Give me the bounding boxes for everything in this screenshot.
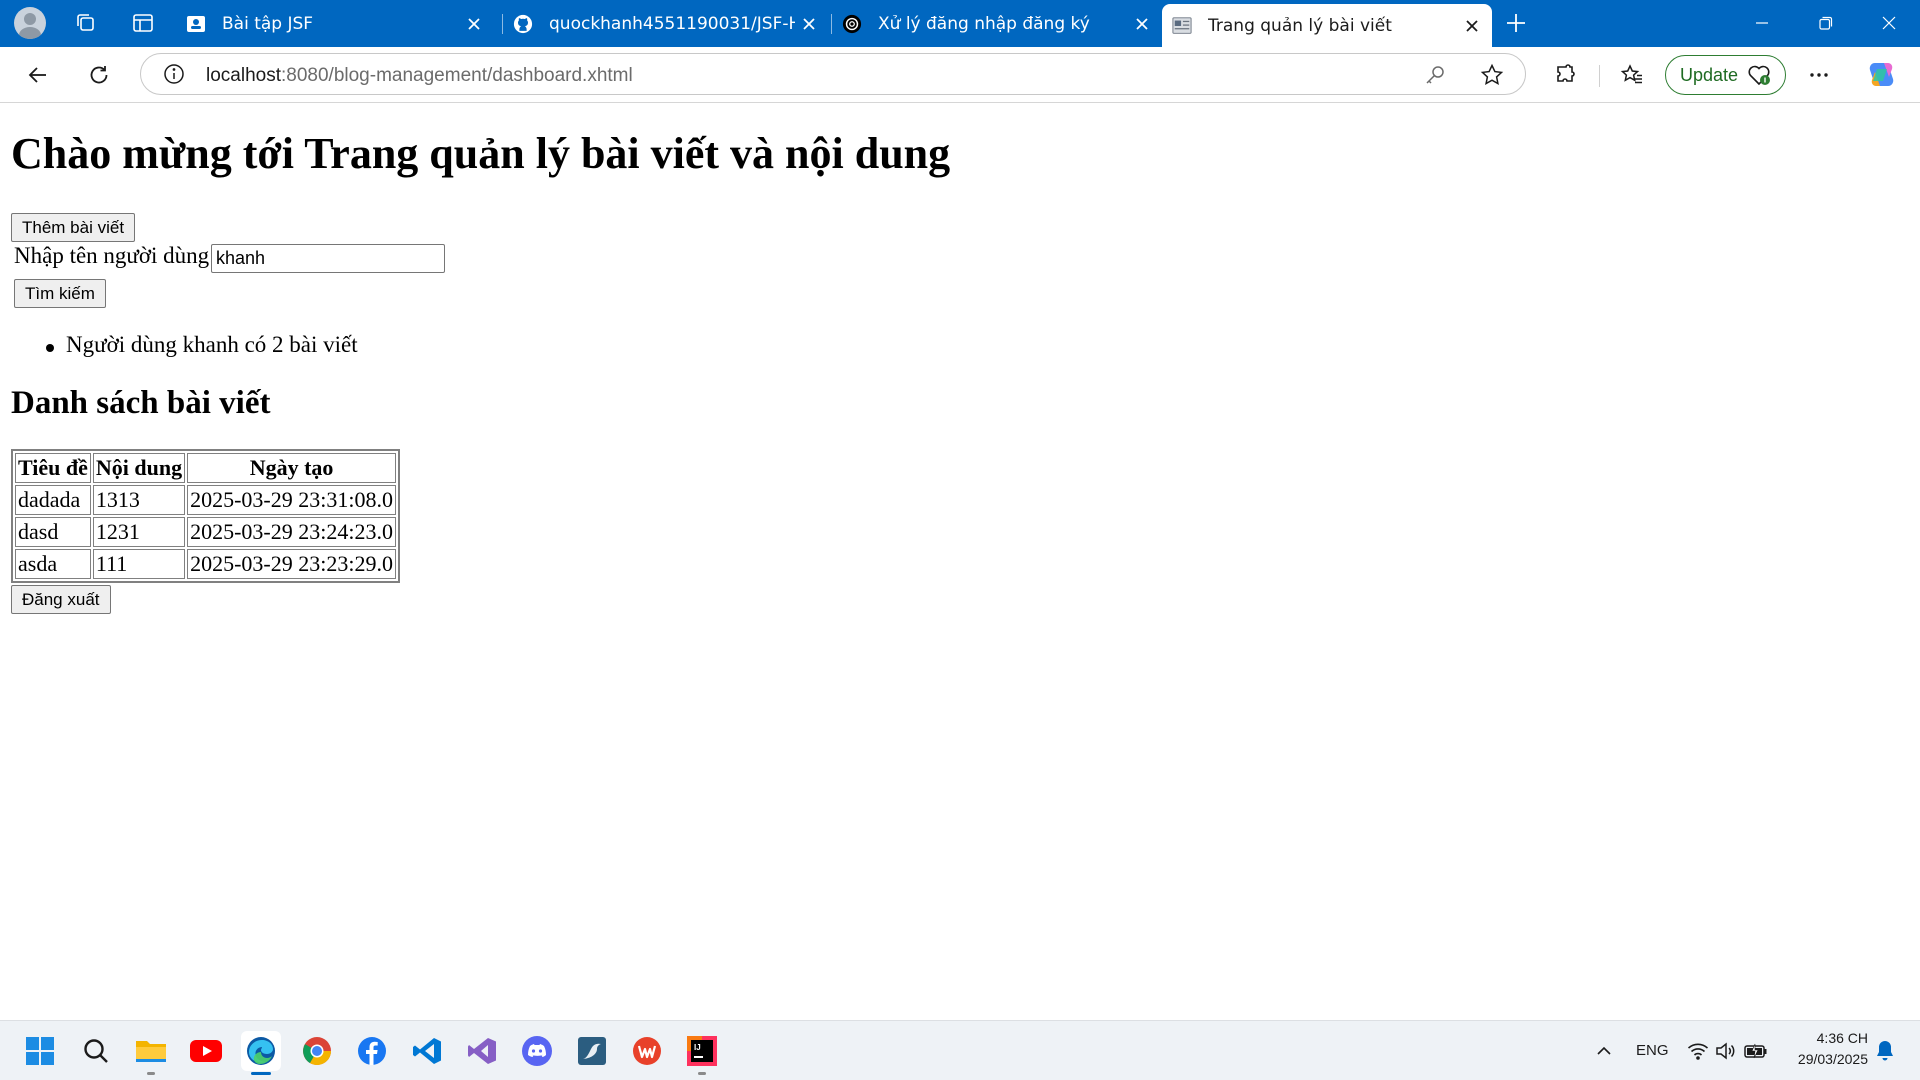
tab-github[interactable]: quockhanh4551190031/JSF-Homework [503,5,829,42]
column-header-created: Ngày tạo [187,453,396,483]
running-indicator [251,1072,271,1075]
logout-button[interactable]: Đăng xuất [11,585,111,614]
wps-office-icon[interactable] [627,1031,667,1071]
input-language-indicator[interactable]: ENG [1636,1042,1669,1059]
search-result-item: Người dùng khanh có 2 bài viết [44,332,358,358]
username-search-input[interactable] [211,244,445,273]
posts-table: Tiêu đề Nội dung Ngày tạo dadada 1313 20… [11,449,400,583]
cell-title: dasd [15,517,91,547]
column-header-content: Nội dung [92,453,186,483]
cell-created: 2025-03-29 23:31:08.0 [187,485,396,515]
update-button[interactable]: Update [1665,55,1786,95]
running-indicator [698,1072,706,1075]
tab-title: Bài tập JSF [222,13,314,34]
favorites-icon[interactable] [1614,57,1650,93]
vscode-icon[interactable] [407,1031,447,1071]
running-indicator [147,1072,155,1075]
cell-content: 111 [92,549,186,579]
table-row: dadada 1313 2025-03-29 23:31:08.0 [15,485,396,515]
tab-title: Xử lý đăng nhập đăng ký [878,13,1090,34]
profile-avatar[interactable] [14,7,46,39]
battery-charging-icon[interactable] [1741,1031,1771,1071]
tab-trang-quan-ly[interactable]: Trang quản lý bài viết [1162,4,1492,47]
close-tab-icon[interactable] [1128,10,1156,38]
table-row: asda 111 2025-03-29 23:23:29.0 [15,549,396,579]
github-icon [513,14,533,34]
extensions-icon[interactable] [1548,57,1584,93]
close-window-icon[interactable] [1858,0,1920,46]
password-key-icon[interactable] [1424,64,1446,90]
chrome-icon[interactable] [297,1031,337,1071]
discord-icon[interactable] [517,1031,557,1071]
post-list-heading: Danh sách bài viết [11,385,271,421]
avatar [14,7,46,39]
column-header-title: Tiêu đề [15,453,91,483]
intellij-icon[interactable]: IJ [682,1031,722,1075]
update-heart-icon [1747,64,1771,91]
table-header-row: Tiêu đề Nội dung Ngày tạo [15,453,396,483]
workspaces-icon[interactable] [70,8,102,38]
browser-toolbar: localhost:8080/blog-management/dashboard… [0,47,1920,103]
tab-actions-icon[interactable] [127,8,159,38]
cell-title: asda [15,549,91,579]
windows-taskbar: IJ ENG 4:36 CH 29/03/2025 [0,1020,1920,1080]
username-label: Nhập tên người dùng: [14,243,216,268]
new-tab-icon[interactable] [1500,8,1532,38]
visual-studio-icon[interactable] [462,1031,502,1071]
search-icon[interactable] [76,1031,116,1071]
url-text: localhost:8080/blog-management/dashboard… [206,65,633,87]
close-tab-icon[interactable] [1458,12,1486,40]
cell-created: 2025-03-29 23:24:23.0 [187,517,396,547]
refresh-icon[interactable] [81,57,117,93]
page-title: Chào mừng tới Trang quản lý bài viết và … [11,129,951,178]
clock-time[interactable]: 4:36 CH [1775,1030,1868,1046]
tab-bai-tap-jsf[interactable]: Bài tập JSF [176,5,494,42]
page-icon [1172,16,1192,36]
restore-icon[interactable] [1795,0,1857,46]
cell-title: dadada [15,485,91,515]
update-label: Update [1680,64,1739,85]
mysql-workbench-icon[interactable] [572,1031,612,1071]
facebook-icon[interactable] [352,1031,392,1071]
wifi-icon[interactable] [1683,1031,1713,1071]
page-content: Chào mừng tới Trang quản lý bài viết và … [0,104,1920,1020]
chatgpt-icon [842,14,862,34]
minimize-icon[interactable] [1731,0,1793,46]
tab-title: quockhanh4551190031/JSF-Homework [549,13,795,34]
start-icon[interactable] [20,1031,60,1071]
close-tab-icon[interactable] [460,10,488,38]
edge-icon[interactable] [241,1031,281,1075]
url-path: :8080/blog-management/dashboard.xhtml [281,65,633,86]
address-bar[interactable]: localhost:8080/blog-management/dashboard… [140,53,1526,95]
notification-bell-icon[interactable] [1870,1031,1900,1071]
svg-text:IJ: IJ [694,1043,701,1052]
more-options-icon[interactable] [1801,57,1837,93]
close-tab-icon[interactable] [795,10,823,38]
browser-tab-strip: Bài tập JSF quockhanh4551190031/JSF-Home… [0,0,1920,47]
add-post-button[interactable]: Thêm bài viết [11,213,136,242]
cell-content: 1313 [92,485,186,515]
url-host: localhost [206,65,281,86]
youtube-icon[interactable] [186,1031,226,1071]
favorite-star-icon[interactable] [1480,63,1504,91]
cell-content: 1231 [92,517,186,547]
clock-date[interactable]: 29/03/2025 [1775,1051,1868,1067]
copilot-icon[interactable] [1864,57,1900,93]
show-hidden-icons-chevron-icon[interactable] [1589,1031,1619,1071]
tab-xu-ly-dang-nhap[interactable]: Xử lý đăng nhập đăng ký [832,5,1162,42]
file-explorer-icon[interactable] [131,1031,171,1075]
toolbar-separator [1599,65,1600,87]
back-icon[interactable] [20,57,56,93]
search-button[interactable]: Tìm kiếm [14,279,106,308]
cell-created: 2025-03-29 23:23:29.0 [187,549,396,579]
search-result-list: Người dùng khanh có 2 bài viết [44,332,358,358]
volume-icon[interactable] [1711,1031,1741,1071]
site-info-icon[interactable] [163,63,185,89]
tab-title: Trang quản lý bài viết [1208,15,1392,36]
classroom-icon [186,14,206,34]
table-row: dasd 1231 2025-03-29 23:24:23.0 [15,517,396,547]
